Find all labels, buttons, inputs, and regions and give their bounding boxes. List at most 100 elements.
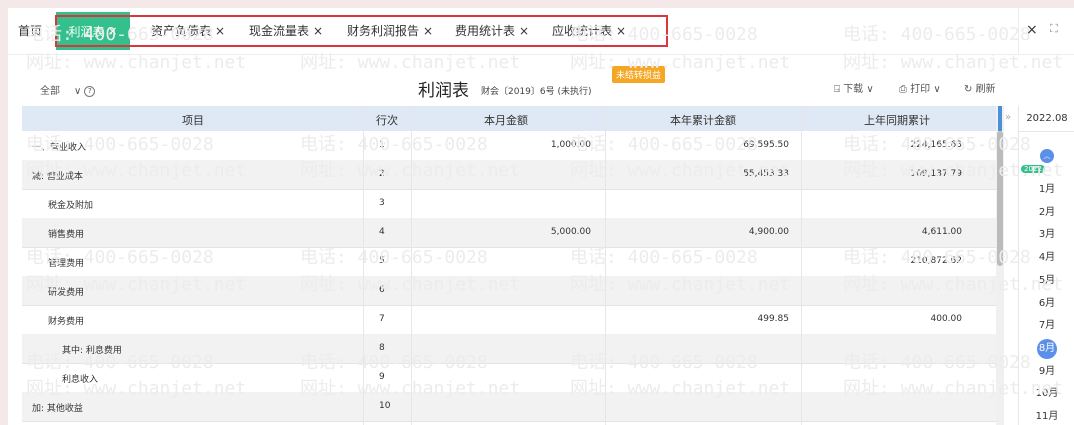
refresh-button[interactable]: ↻ 刷新 (964, 80, 996, 95)
refresh-icon: ↻ (964, 84, 976, 95)
row-item: 管理费用 (48, 259, 85, 269)
divider (363, 106, 364, 425)
table-row[interactable]: 减: 营业成本 2 55,453.33 109,137.79 (22, 160, 996, 190)
fullscreen-icon[interactable]: ⛶ (1050, 22, 1058, 36)
month-label: 4月 (1038, 252, 1056, 264)
tab-home[interactable]: 首页 (18, 22, 42, 39)
row-item: 其中: 利息费用 (62, 346, 122, 356)
month-item[interactable]: 1月 (1019, 180, 1074, 195)
month-label: 11月 (1035, 411, 1059, 422)
print-button[interactable]: ⎙ 打印 ∨ (899, 80, 941, 95)
filter-select[interactable]: 全部 ∨? (40, 82, 96, 97)
page-subtitle: 财会〔2019〕6号 (未执行) (481, 87, 592, 97)
month-item[interactable]: 8月 (1019, 338, 1074, 359)
tab-balance-sheet[interactable]: 资产负债表 × (151, 22, 225, 39)
report-window: 首页 利润表 × 资产负债表 × 现金流量表 × 财务利润报告 × 费用统计表 × 应收统… (8, 8, 1074, 425)
chevron-up-icon[interactable]: ︿ (1040, 149, 1054, 163)
header-item: 项目 (182, 114, 204, 127)
month-item[interactable]: 10月 (1019, 384, 1074, 399)
month-item[interactable]: 6月 (1019, 294, 1074, 309)
print-label: 打印 (910, 84, 931, 95)
tab-cash-flow[interactable]: 现金流量表 × (249, 22, 323, 39)
row-month: 5,000.00 (550, 227, 591, 237)
month-label: 6月 (1038, 297, 1056, 309)
table-row[interactable]: 财务费用 7 499.85 400.00 (22, 305, 996, 335)
row-line: 1 (379, 140, 385, 150)
row-prior: 4,611.00 (921, 227, 962, 237)
row-item: 研发费用 (48, 288, 85, 298)
header-ytd: 本年累计金额 (670, 114, 736, 127)
row-line: 10 (379, 401, 391, 411)
collapse-icon[interactable]: » (1005, 112, 1011, 123)
close-icon[interactable]: × (519, 24, 529, 38)
row-item: 销售费用 (48, 230, 85, 240)
month-item[interactable]: 5月 (1019, 271, 1074, 286)
month-item[interactable]: 2月 (1019, 203, 1074, 218)
row-item: 税金及附加 (48, 201, 94, 211)
month-item[interactable]: 9月 (1019, 362, 1074, 377)
row-month: 1,000.00 (550, 140, 591, 150)
month-label: 3月 (1038, 229, 1056, 241)
close-icon[interactable]: × (313, 24, 323, 38)
divider (411, 106, 412, 425)
row-ytd: 499.85 (757, 314, 790, 324)
refresh-label: 刷新 (975, 84, 996, 95)
month-item[interactable]: 7月 (1019, 316, 1074, 331)
close-icon[interactable]: × (423, 24, 433, 38)
row-line: 2 (379, 169, 385, 179)
help-icon[interactable]: ? (84, 85, 96, 97)
tab-label: 费用统计表 (455, 24, 516, 38)
print-icon: ⎙ (899, 84, 911, 95)
close-window-icon[interactable]: × (1026, 22, 1038, 38)
month-label: 8月 (1037, 338, 1057, 359)
month-item[interactable]: 4月 (1019, 248, 1074, 263)
month-label: 1月 (1038, 184, 1056, 195)
row-line: 5 (379, 256, 385, 266)
table-row[interactable]: 销售费用 4 5,000.00 4,900.00 4,611.00 (22, 218, 996, 248)
divider (1018, 8, 1019, 54)
table-row[interactable]: 税金及附加 3 (22, 189, 996, 219)
chevron-down-icon: ∨ (74, 86, 82, 97)
divider (605, 106, 606, 425)
filter-label: 全部 (40, 86, 60, 97)
scrollbar-thumb[interactable] (997, 131, 1003, 266)
month-item[interactable]: 3月 (1019, 225, 1074, 240)
row-item: 一、营业收入 (32, 143, 87, 153)
tab-label: 应收统计表 (552, 24, 613, 38)
tab-receivable-stats[interactable]: 应收统计表 × (552, 22, 626, 39)
month-label: 5月 (1038, 274, 1056, 286)
table-row[interactable]: 其中: 利息费用 8 (22, 334, 996, 364)
tab-label: 现金流量表 (249, 24, 310, 38)
header-line: 行次 (376, 114, 398, 127)
tab-label: 财务利润报告 (347, 24, 420, 38)
tab-bar: 首页 利润表 × 资产负债表 × 现金流量表 × 财务利润报告 × 费用统计表 × 应收统… (8, 8, 1074, 55)
row-line: 8 (379, 343, 385, 353)
month-item[interactable]: 11月 (1019, 407, 1074, 422)
row-line: 3 (379, 198, 385, 208)
table-row[interactable]: 利息收入 9 (22, 363, 996, 393)
table-header: 项目 行次 本月金额 本年累计金额 上年同期累计 (22, 106, 996, 131)
row-line: 7 (379, 314, 385, 324)
row-line: 6 (379, 285, 385, 295)
table-row[interactable]: 管理费用 5 210,872.62 (22, 247, 996, 277)
row-line: 4 (379, 227, 385, 237)
download-icon: ⍈ (834, 84, 844, 95)
row-item: 加: 其他收益 (32, 404, 83, 414)
table-row[interactable]: 研发费用 6 (22, 276, 996, 306)
row-ytd: 4,900.00 (748, 227, 789, 237)
status-badge: 未结转损益 (612, 66, 666, 83)
table-row[interactable]: 加: 其他收益 10 (22, 392, 996, 422)
divider (801, 106, 802, 425)
close-icon[interactable]: × (616, 24, 626, 38)
header-prior: 上年同期累计 (864, 114, 930, 127)
month-label: 2月 (1038, 206, 1056, 218)
row-item: 财务费用 (48, 317, 85, 327)
row-item: 利息收入 (62, 375, 99, 385)
tab-expense-stats[interactable]: 费用统计表 × (455, 22, 529, 39)
month-panel: 2022.08 ︿ 2022 1月 2月 3月 4月 5月 6月 7月 8月 9月 10月 11月 (1018, 106, 1074, 425)
tab-profit-report[interactable]: 财务利润报告 × (347, 22, 433, 39)
close-icon[interactable]: × (215, 24, 225, 38)
download-button[interactable]: ⍈ 下载 ∨ (834, 80, 874, 95)
table-row[interactable]: 一、营业收入 1 1,000.00 69,595.50 224,165.63 (22, 131, 996, 161)
month-label: 7月 (1038, 320, 1056, 332)
